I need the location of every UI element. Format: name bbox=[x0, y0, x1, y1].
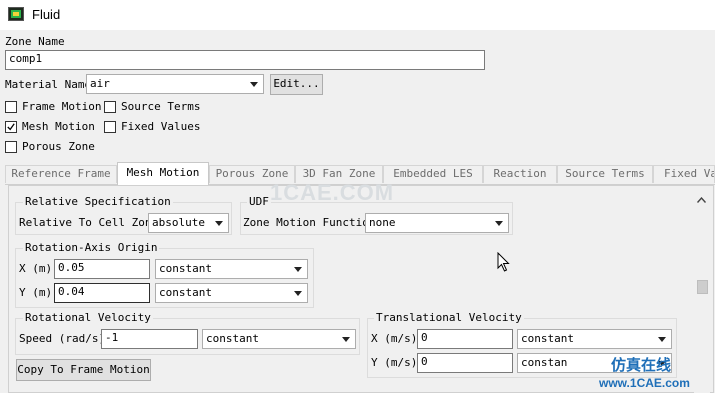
material-edit-button[interactable]: Edit... bbox=[270, 74, 323, 95]
fixed-values-label: Fixed Values bbox=[121, 120, 201, 133]
zone-motion-function-label: Zone Motion Function bbox=[243, 216, 376, 229]
relative-cell-zone-dropdown[interactable]: absolute bbox=[148, 213, 229, 233]
frame-motion-label: Frame Motion bbox=[22, 100, 102, 113]
origin-x-input[interactable]: 0.05 bbox=[54, 259, 150, 279]
chevron-down-icon bbox=[658, 337, 666, 342]
translational-velocity-title: Translational Velocity bbox=[374, 311, 524, 324]
trans-y-mode-value: constan bbox=[521, 356, 568, 369]
material-dropdown[interactable]: air bbox=[86, 74, 264, 94]
tab-reference-frame[interactable]: Reference Frame bbox=[5, 165, 117, 183]
speed-mode-dropdown[interactable]: constant bbox=[202, 329, 356, 349]
chevron-down-icon bbox=[215, 221, 223, 226]
fluent-app-icon bbox=[8, 7, 24, 21]
origin-x-label: X (m) bbox=[19, 262, 53, 275]
zone-motion-function-value: none bbox=[369, 216, 396, 229]
scrollbar-thumb[interactable] bbox=[697, 280, 708, 294]
watermark-logo: 仿真在线 www.1CAE.com bbox=[593, 352, 713, 392]
material-value: air bbox=[90, 77, 110, 90]
chevron-up-icon[interactable] bbox=[697, 197, 706, 203]
rotation-axis-origin-title: Rotation-Axis Origin bbox=[23, 241, 160, 254]
tab-embedded-les[interactable]: Embedded LES bbox=[383, 165, 483, 183]
tab-fixed-values[interactable]: Fixed Val bbox=[653, 165, 715, 183]
tab-mesh-motion[interactable]: Mesh Motion bbox=[117, 162, 209, 185]
tab-reaction[interactable]: Reaction bbox=[483, 165, 557, 183]
checkbox-box[interactable] bbox=[5, 121, 17, 133]
speed-label: Speed (rad/s) bbox=[19, 332, 106, 345]
origin-y-mode-dropdown[interactable]: constant bbox=[155, 283, 308, 303]
tab-source-terms[interactable]: Source Terms bbox=[557, 165, 653, 183]
checkmark-icon bbox=[7, 123, 15, 131]
chevron-down-icon bbox=[342, 337, 350, 342]
checkbox-box[interactable] bbox=[5, 101, 17, 113]
origin-y-label: Y (m) bbox=[19, 286, 53, 299]
logo-cn-text: 仿真在线 bbox=[611, 356, 672, 374]
chevron-down-icon bbox=[294, 291, 302, 296]
trans-y-input[interactable]: 0 bbox=[417, 353, 513, 373]
chevron-down-icon bbox=[250, 82, 258, 87]
copy-to-frame-motion-button[interactable]: Copy To Frame Motion bbox=[16, 359, 151, 381]
zone-name-label: Zone Name bbox=[5, 35, 65, 48]
origin-x-mode-dropdown[interactable]: constant bbox=[155, 259, 308, 279]
material-name-label: Material Name bbox=[5, 78, 92, 91]
porous-zone-label: Porous Zone bbox=[22, 140, 95, 153]
speed-input[interactable]: -1 bbox=[101, 329, 198, 349]
checkbox-box[interactable] bbox=[5, 141, 17, 153]
origin-x-mode-value: constant bbox=[159, 262, 212, 275]
trans-x-mode-value: constant bbox=[521, 332, 574, 345]
checkbox-box[interactable] bbox=[104, 121, 116, 133]
chevron-down-icon bbox=[495, 221, 503, 226]
trans-x-mode-dropdown[interactable]: constant bbox=[517, 329, 672, 349]
udf-title: UDF bbox=[247, 195, 271, 208]
zone-name-input[interactable]: comp1 bbox=[5, 50, 485, 70]
zone-motion-function-dropdown[interactable]: none bbox=[365, 213, 509, 233]
source-terms-label: Source Terms bbox=[121, 100, 201, 113]
origin-y-input[interactable]: 0.04 bbox=[54, 283, 150, 303]
chevron-down-icon bbox=[294, 267, 302, 272]
relative-spec-title: Relative Specification bbox=[23, 195, 173, 208]
logo-url-text: www.1CAE.com bbox=[599, 376, 690, 390]
trans-y-label: Y (m/s) bbox=[371, 356, 418, 369]
relative-cell-zone-value: absolute bbox=[152, 216, 205, 229]
trans-x-label: X (m/s) bbox=[371, 332, 418, 345]
window-title: Fluid bbox=[32, 7, 61, 22]
speed-mode-value: constant bbox=[206, 332, 259, 345]
rotational-velocity-title: Rotational Velocity bbox=[23, 311, 153, 324]
relative-cell-zone-label: Relative To Cell Zone bbox=[19, 216, 159, 229]
trans-x-input[interactable]: 0 bbox=[417, 329, 513, 349]
mesh-motion-label: Mesh Motion bbox=[22, 120, 95, 133]
title-bar: Fluid bbox=[0, 0, 715, 30]
mouse-cursor-icon bbox=[497, 252, 510, 272]
origin-y-mode-value: constant bbox=[159, 286, 212, 299]
checkbox-box[interactable] bbox=[104, 101, 116, 113]
